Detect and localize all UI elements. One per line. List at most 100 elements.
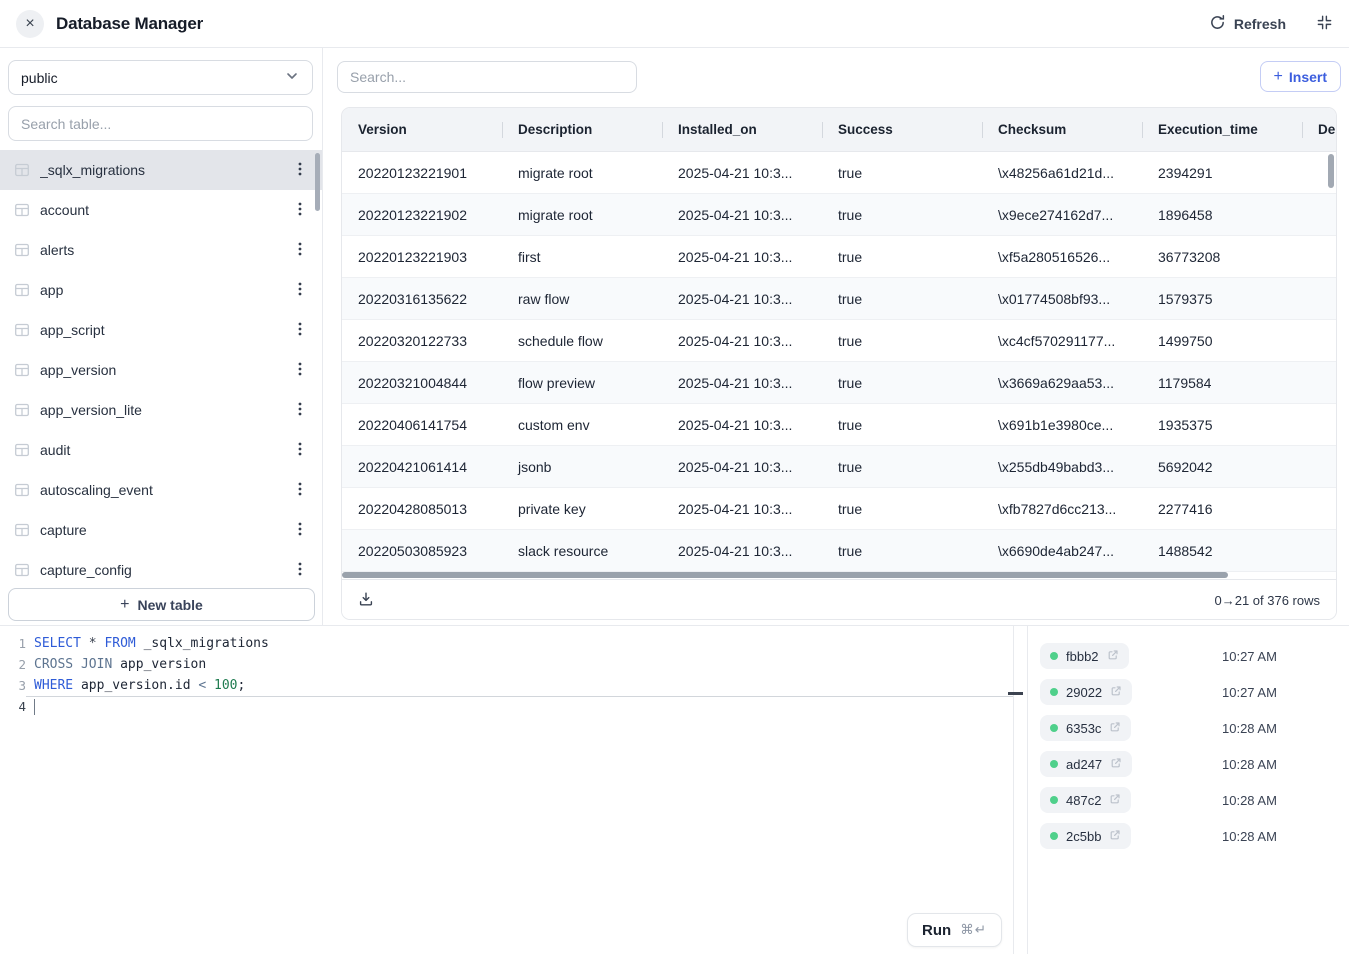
sql-editor[interactable]: 1SELECT * FROM _sqlx_migrations2CROSS JO… bbox=[0, 626, 1014, 954]
code-line[interactable]: 4 bbox=[0, 696, 1013, 717]
table-row[interactable]: 20220503085923slack resource2025-04-21 1… bbox=[342, 530, 1337, 572]
table-menu-button[interactable] bbox=[292, 439, 308, 462]
history-run-pill[interactable]: 6353c bbox=[1040, 715, 1131, 741]
column-separator bbox=[662, 122, 663, 138]
sidebar-item-table[interactable]: autoscaling_event bbox=[0, 470, 322, 510]
table-cell: true bbox=[822, 152, 982, 193]
sidebar-item-table[interactable]: account bbox=[0, 190, 322, 230]
kebab-icon bbox=[298, 441, 302, 460]
column-header[interactable]: Checksum bbox=[982, 108, 1142, 151]
sidebar-item-table[interactable]: audit bbox=[0, 430, 322, 470]
sidebar-item-table[interactable]: alerts bbox=[0, 230, 322, 270]
table-menu-button[interactable] bbox=[292, 399, 308, 422]
code-line[interactable]: 2CROSS JOIN app_version bbox=[0, 654, 1013, 675]
history-timestamp: 10:27 AM bbox=[1222, 649, 1277, 664]
history-run-pill[interactable]: 2c5bb bbox=[1040, 823, 1131, 849]
external-link-icon bbox=[1109, 721, 1121, 736]
sidebar-item-table[interactable]: _sqlx_migrations bbox=[0, 150, 322, 190]
table-icon bbox=[14, 482, 30, 498]
table-row[interactable]: 20220428085013private key2025-04-21 10:3… bbox=[342, 488, 1337, 530]
refresh-icon bbox=[1209, 14, 1226, 34]
table-row[interactable]: 20220123221902migrate root2025-04-21 10:… bbox=[342, 194, 1337, 236]
run-button[interactable]: Run ⌘↵ bbox=[907, 913, 1002, 947]
column-header[interactable]: Dele bbox=[1302, 108, 1337, 151]
schema-select[interactable]: public bbox=[8, 60, 313, 95]
refresh-button[interactable]: Refresh bbox=[1209, 14, 1286, 34]
code-line[interactable]: 3WHERE app_version.id < 100; bbox=[0, 675, 1013, 696]
code-line[interactable]: 1SELECT * FROM _sqlx_migrations bbox=[0, 633, 1013, 654]
table-menu-button[interactable] bbox=[292, 519, 308, 542]
table-footer: 0→21 of 376 rows bbox=[342, 579, 1336, 620]
table-cell: 1499750 bbox=[1142, 320, 1302, 361]
history-run-pill[interactable]: fbbb2 bbox=[1040, 643, 1129, 669]
table-name: app_version bbox=[40, 362, 282, 378]
line-number: 3 bbox=[0, 675, 26, 696]
run-shortcut: ⌘↵ bbox=[960, 922, 987, 938]
sidebar-item-table[interactable]: app_script bbox=[0, 310, 322, 350]
table-row[interactable]: 20220421061414jsonb2025-04-21 10:3...tru… bbox=[342, 446, 1337, 488]
kebab-icon bbox=[298, 401, 302, 420]
horizontal-scrollbar[interactable] bbox=[342, 572, 1336, 579]
table-cell: \x9ece274162d7... bbox=[982, 194, 1142, 235]
schema-select-value: public bbox=[21, 70, 58, 86]
insert-button[interactable]: + Insert bbox=[1260, 61, 1341, 92]
sidebar-item-table[interactable]: app_version bbox=[0, 350, 322, 390]
table-name: audit bbox=[40, 442, 282, 458]
column-header[interactable]: Execution_time bbox=[1142, 108, 1302, 151]
history-run-id: 2c5bb bbox=[1066, 829, 1101, 844]
table-icon bbox=[14, 202, 30, 218]
column-header[interactable]: Description bbox=[502, 108, 662, 151]
column-label: Checksum bbox=[998, 122, 1066, 137]
table-row[interactable]: 20220406141754custom env2025-04-21 10:3.… bbox=[342, 404, 1337, 446]
table-cell: \x48256a61d21d... bbox=[982, 152, 1142, 193]
close-button[interactable]: × bbox=[16, 10, 44, 38]
history-entry: ad24710:28 AM bbox=[1028, 746, 1349, 782]
sql-token bbox=[206, 678, 214, 693]
horizontal-scrollbar-thumb[interactable] bbox=[342, 572, 1228, 578]
table-cell: 2025-04-21 10:3... bbox=[662, 404, 822, 445]
sidebar-item-table[interactable]: app_version_lite bbox=[0, 390, 322, 430]
collapse-button[interactable] bbox=[1316, 14, 1333, 34]
table-cell: 20220428085013 bbox=[342, 488, 502, 529]
table-name: app_version_lite bbox=[40, 402, 282, 418]
table-menu-button[interactable] bbox=[292, 159, 308, 182]
table-menu-button[interactable] bbox=[292, 559, 308, 582]
sidebar-item-table[interactable]: capture bbox=[0, 510, 322, 550]
table-search-input[interactable] bbox=[8, 106, 313, 141]
table-icon bbox=[14, 562, 30, 578]
table-cell: 20220406141754 bbox=[342, 404, 502, 445]
search-input[interactable] bbox=[337, 61, 637, 93]
sidebar-item-table[interactable]: app bbox=[0, 270, 322, 310]
table-menu-button[interactable] bbox=[292, 479, 308, 502]
divider-grip[interactable] bbox=[1008, 692, 1023, 695]
column-header[interactable]: Version bbox=[342, 108, 502, 151]
history-run-pill[interactable]: 487c2 bbox=[1040, 787, 1131, 813]
column-header[interactable]: Installed_on bbox=[662, 108, 822, 151]
table-icon bbox=[14, 242, 30, 258]
kebab-icon bbox=[298, 241, 302, 260]
table-icon bbox=[14, 162, 30, 178]
table-menu-button[interactable] bbox=[292, 359, 308, 382]
table-row[interactable]: 20220316135622raw flow2025-04-21 10:3...… bbox=[342, 278, 1337, 320]
table-row[interactable]: 20220123221903first2025-04-21 10:3...tru… bbox=[342, 236, 1337, 278]
column-header[interactable]: Success bbox=[822, 108, 982, 151]
sql-token: app_version bbox=[112, 657, 206, 672]
sidebar-scrollbar[interactable] bbox=[315, 153, 320, 211]
download-button[interactable] bbox=[358, 591, 374, 610]
column-separator bbox=[822, 122, 823, 138]
table-row[interactable]: 20220320122733schedule flow2025-04-21 10… bbox=[342, 320, 1337, 362]
table-menu-button[interactable] bbox=[292, 319, 308, 342]
table-name: alerts bbox=[40, 242, 282, 258]
vertical-scrollbar[interactable] bbox=[1328, 154, 1334, 188]
sidebar-item-table[interactable]: capture_config bbox=[0, 550, 322, 588]
history-run-pill[interactable]: ad247 bbox=[1040, 751, 1132, 777]
table-cell: 2277416 bbox=[1142, 488, 1302, 529]
table-row[interactable]: 20220123221901migrate root2025-04-21 10:… bbox=[342, 152, 1337, 194]
table-cell: 2025-04-21 10:3... bbox=[662, 362, 822, 403]
table-menu-button[interactable] bbox=[292, 239, 308, 262]
history-run-pill[interactable]: 29022 bbox=[1040, 679, 1132, 705]
table-menu-button[interactable] bbox=[292, 199, 308, 222]
table-row[interactable]: 20220321004844flow preview2025-04-21 10:… bbox=[342, 362, 1337, 404]
table-menu-button[interactable] bbox=[292, 279, 308, 302]
new-table-button[interactable]: + New table bbox=[8, 588, 315, 621]
